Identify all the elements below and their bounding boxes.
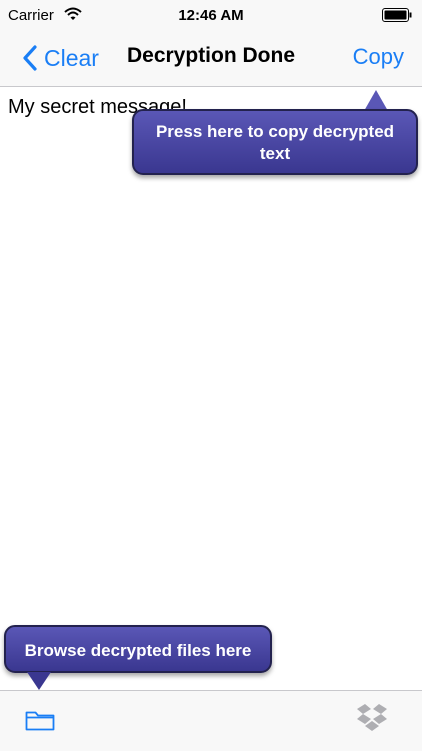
navigation-bar: Clear Decryption Done Copy [0,30,422,87]
copy-hint-tooltip[interactable]: Press here to copy decrypted text [132,109,418,175]
status-bar: Carrier 12:46 AM [0,0,422,30]
battery-icon [382,8,412,22]
status-time: 12:46 AM [178,7,244,24]
folder-icon[interactable] [25,708,55,732]
copy-button[interactable]: Copy [353,44,404,70]
browse-hint-tooltip[interactable]: Browse decrypted files here [4,625,272,673]
copy-tooltip-pointer [364,90,388,111]
browse-tooltip-pointer [27,672,51,690]
dropbox-icon[interactable] [356,703,388,733]
bottom-toolbar [0,690,422,751]
